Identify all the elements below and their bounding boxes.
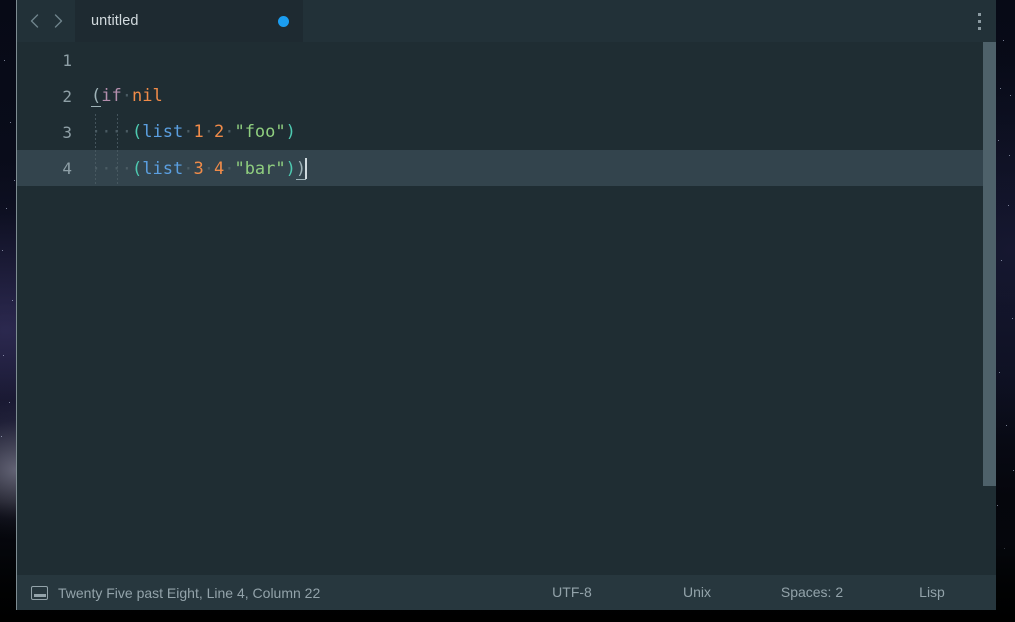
star — [2, 250, 3, 251]
token-number: 1 — [193, 122, 204, 142]
star — [10, 122, 11, 123]
star — [9, 402, 11, 404]
back-button[interactable] — [23, 0, 45, 42]
whitespace-dot: · — [203, 122, 214, 142]
monitor-icon — [31, 585, 48, 600]
token-string: "bar" — [234, 158, 286, 179]
line-content[interactable]: (if·nil — [72, 86, 163, 107]
status-bar-left: Twenty Five past Eight, Line 4, Column 2… — [31, 585, 320, 601]
token-paren: ) — [285, 158, 296, 179]
whitespace-dot: · — [121, 158, 132, 179]
star — [1003, 40, 1005, 42]
star — [1012, 318, 1014, 320]
star — [1010, 95, 1011, 96]
star — [998, 140, 1000, 142]
whitespace-dot: · — [203, 158, 214, 179]
status-language[interactable]: Lisp — [877, 584, 987, 600]
status-encoding[interactable]: UTF-8 — [517, 584, 627, 600]
kebab-dot — [977, 19, 981, 23]
tab-bar-empty-space — [303, 0, 996, 42]
star — [3, 355, 4, 356]
star — [999, 372, 1001, 374]
code-line[interactable]: 2 (if·nil — [17, 78, 996, 114]
code-editor[interactable]: 1 2 (if·nil 3 ····(list·1·2·"foo") 4 ····(list… — [17, 42, 996, 575]
whitespace-dot: · — [183, 122, 194, 142]
whitespace-dot: · — [224, 122, 235, 142]
line-content[interactable]: ····(list·3·4·"bar")) — [72, 157, 308, 180]
star — [6, 208, 8, 210]
token-paren: ( — [132, 122, 143, 142]
code-lines[interactable]: 1 2 (if·nil 3 ····(list·1·2·"foo") 4 ····(list… — [17, 42, 996, 575]
token-function: list — [142, 158, 184, 179]
star — [4, 60, 6, 62]
forward-button[interactable] — [47, 0, 69, 42]
editor-scrollbar[interactable] — [983, 42, 996, 575]
line-content[interactable]: ····(list·1·2·"foo") — [72, 122, 296, 142]
text-cursor — [305, 157, 308, 179]
whitespace-dot: · — [111, 158, 122, 179]
token-number: 4 — [213, 158, 225, 179]
whitespace-dot: · — [91, 158, 102, 179]
star — [1001, 260, 1002, 261]
scrollbar-thumb[interactable] — [983, 42, 996, 486]
status-indentation[interactable]: Spaces: 2 — [757, 584, 867, 600]
kebab-menu-icon[interactable] — [968, 0, 990, 42]
whitespace-dot: · — [121, 86, 132, 106]
star — [1009, 155, 1010, 156]
star — [1000, 88, 1002, 90]
star — [1, 436, 2, 437]
star — [1008, 205, 1010, 207]
kebab-dot — [977, 12, 981, 16]
editor-window: untitled 1 2 (if·nil 3 ····(list·1·2·"foo") 4… — [16, 0, 996, 610]
code-line[interactable]: 1 — [17, 42, 996, 78]
status-line-ending[interactable]: Unix — [642, 584, 752, 600]
tab-untitled[interactable]: untitled — [75, 0, 303, 42]
whitespace-dot: · — [224, 158, 235, 179]
code-line[interactable]: 4 ····(list·3·4·"bar")) — [17, 150, 996, 186]
token-paren: ( — [132, 158, 143, 179]
whitespace-dot: · — [111, 122, 122, 142]
token-number: 2 — [213, 122, 225, 142]
line-number: 4 — [62, 158, 72, 178]
whitespace-dot: · — [101, 158, 112, 179]
tab-label: untitled — [91, 13, 139, 29]
code-line[interactable]: 3 ····(list·1·2·"foo") — [17, 114, 996, 150]
token-keyword: if — [101, 86, 122, 106]
tab-bar: untitled — [17, 0, 996, 42]
token-number: 3 — [193, 158, 204, 179]
navigation-buttons — [17, 0, 75, 42]
status-bar: Twenty Five past Eight, Line 4, Column 2… — [17, 575, 996, 610]
token-string: "foo" — [234, 122, 286, 142]
token-constant: nil — [131, 86, 163, 106]
star — [12, 300, 14, 302]
status-message: Twenty Five past Eight, Line 4, Column 2… — [58, 584, 321, 601]
token-paren: ) — [285, 122, 296, 142]
whitespace-dot: · — [101, 122, 112, 142]
tab-modified-dot[interactable] — [278, 15, 289, 27]
whitespace-dot: · — [91, 122, 102, 142]
line-number: 1 — [62, 50, 72, 70]
star — [1013, 470, 1015, 472]
kebab-dot — [977, 26, 981, 30]
star — [1006, 425, 1007, 426]
star — [14, 180, 16, 182]
line-number: 2 — [62, 86, 72, 106]
token-paren-matching: ( — [91, 86, 102, 107]
token-function: list — [142, 122, 184, 142]
whitespace-dot: · — [183, 158, 194, 179]
line-number: 3 — [62, 122, 72, 142]
whitespace-dot: · — [121, 122, 132, 142]
